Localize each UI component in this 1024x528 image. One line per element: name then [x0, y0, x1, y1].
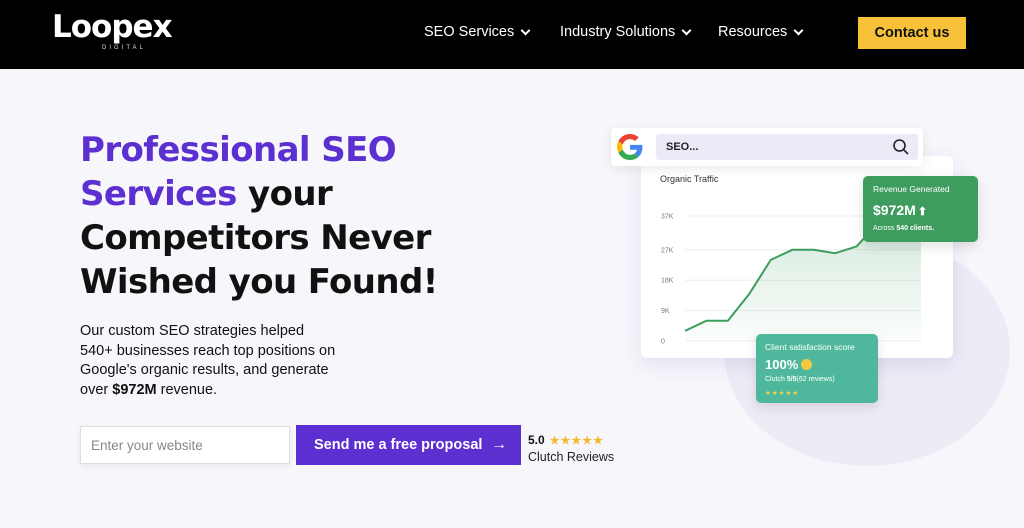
star-rating-icon: ★★★★★ [765, 390, 800, 397]
subtext-post: revenue. [156, 381, 218, 398]
logo-wordmark: Loopex [52, 9, 173, 45]
smiley-icon [801, 359, 813, 370]
send-proposal-label: Send me a free proposal [314, 437, 483, 453]
y-tick-label: 37K [661, 214, 674, 221]
send-proposal-button[interactable]: Send me a free proposal → [296, 425, 521, 465]
csat-sub-bold: 5/5 [786, 376, 797, 383]
client-satisfaction-card: Client satisfaction score 100% Clutch 5/… [756, 334, 878, 403]
y-tick-label: 9K [661, 308, 670, 315]
revenue-sub-bold: 540 clients. [896, 225, 935, 232]
revenue-sub-pre: Across [873, 225, 897, 232]
nav-seo-services[interactable]: SEO Services [424, 24, 531, 40]
star-rating-icon: ★★★★★ [549, 434, 604, 447]
contact-us-button[interactable]: Contact us [858, 17, 966, 49]
csat-value-row: 100% [765, 357, 813, 372]
top-nav: Loopex DIGITAL SEO Services Industry Sol… [0, 0, 1024, 69]
nav-industry-solutions-label: Industry Solutions [560, 24, 676, 40]
csat-sub-post: (62 reviews) [796, 376, 835, 383]
search-query: SEO... [666, 141, 699, 153]
revenue-value: $972M [873, 202, 916, 218]
nav-resources-label: Resources [718, 24, 788, 40]
chevron-down-icon [681, 25, 692, 35]
revenue-value-row: $972M ⬆ [873, 202, 927, 218]
arrow-right-icon: → [491, 436, 507, 453]
search-field: SEO... [656, 134, 918, 160]
hero-headline: Professional SEO Services your Competito… [80, 128, 440, 304]
revenue-label: Revenue Generated [873, 184, 950, 194]
revenue-card: Revenue Generated $972M ⬆ Across 540 clie… [863, 176, 978, 242]
logo-subtitle: DIGITAL [102, 45, 146, 51]
rating-label: Clutch Reviews [528, 450, 615, 464]
revenue-sub: Across 540 clients. [873, 225, 934, 232]
csat-value: 100% [765, 357, 799, 372]
csat-sub: Clutch 5/5(62 reviews) [765, 376, 835, 383]
hero-subtext: Our custom SEO strategies helped 540+ bu… [80, 322, 340, 400]
chevron-down-icon [520, 25, 531, 35]
arrow-up-icon: ⬆ [917, 206, 928, 218]
csat-label: Client satisfaction score [765, 342, 855, 352]
website-input[interactable] [80, 426, 290, 464]
chevron-down-icon [793, 25, 804, 35]
subtext-bold: $972M [112, 381, 157, 398]
clutch-rating: 5.0 ★★★★★ Clutch Reviews [528, 433, 614, 464]
csat-sub-pre: Clutch [765, 376, 787, 383]
nav-industry-solutions[interactable]: Industry Solutions [560, 24, 692, 40]
y-tick-label: 18K [661, 278, 674, 285]
google-g-icon [617, 134, 643, 160]
y-tick-label: 27K [661, 247, 674, 254]
nav-resources[interactable]: Resources [718, 24, 804, 40]
rating-score: 5.0 [528, 433, 545, 447]
google-search-bar: SEO... [611, 128, 923, 166]
nav-seo-services-label: SEO Services [424, 24, 515, 40]
loopex-logo[interactable]: Loopex DIGITAL [52, 9, 173, 52]
search-icon [893, 139, 909, 155]
rating-row: 5.0 ★★★★★ [528, 433, 614, 447]
y-tick-label: 0 [661, 339, 665, 346]
